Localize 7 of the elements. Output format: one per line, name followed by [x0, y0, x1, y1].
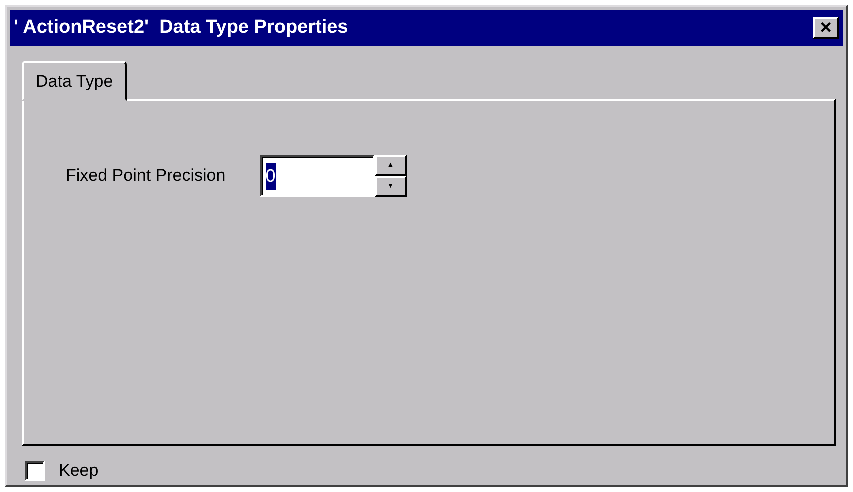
field-label: Fixed Point Precision — [66, 165, 226, 188]
close-button[interactable]: × — [813, 17, 839, 39]
checkbox[interactable] — [25, 460, 45, 481]
checkbox-label: Keep — [59, 460, 99, 482]
tab[interactable]: Data Type — [22, 61, 128, 101]
number-field[interactable]: 0 — [260, 155, 375, 197]
window-title: ' ActionReset2' Data Type Properties — [14, 16, 348, 40]
